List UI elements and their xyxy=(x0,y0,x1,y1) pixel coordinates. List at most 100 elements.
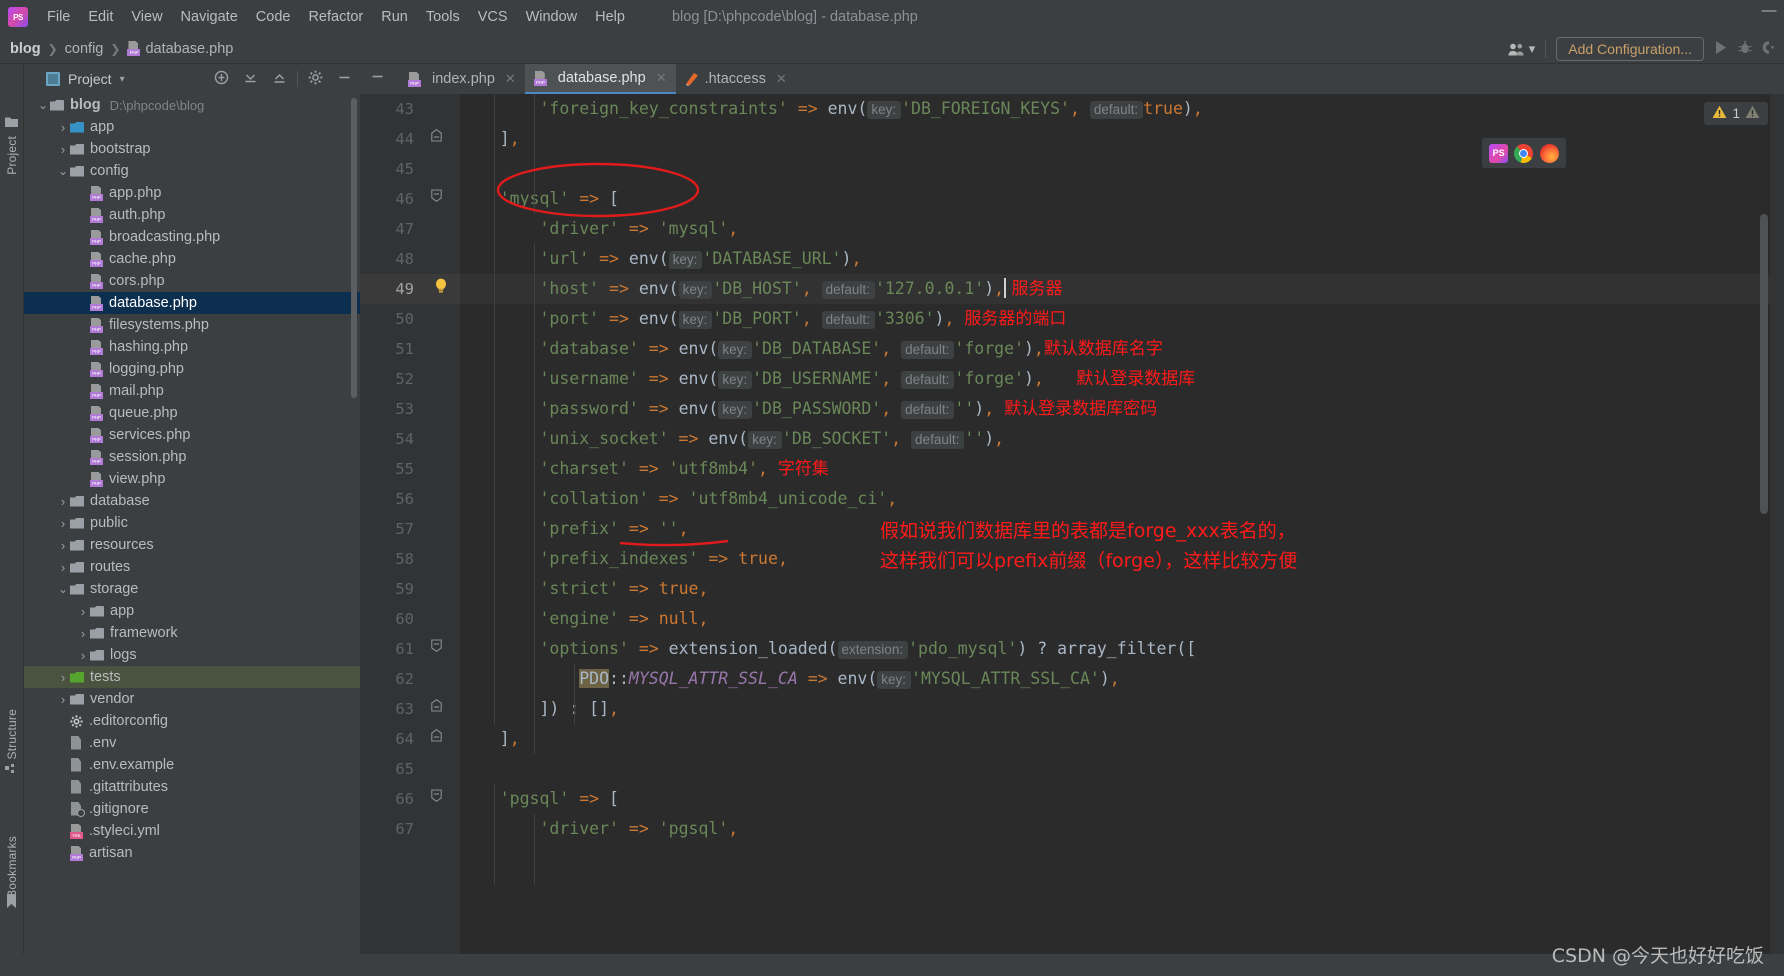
editor-vertical-scrollbar[interactable] xyxy=(1760,94,1768,976)
menu-item-file[interactable]: File xyxy=(38,6,79,28)
code-line[interactable]: 'url' => env(key: 'DATABASE_URL'), xyxy=(460,244,861,274)
menu-item-navigate[interactable]: Navigate xyxy=(172,6,247,28)
fold-collapse-icon[interactable] xyxy=(431,184,442,214)
tree-item-framework[interactable]: › framework xyxy=(24,622,360,644)
tree-item-storage[interactable]: ⌄ storage xyxy=(24,578,360,600)
chevron-right-icon[interactable]: › xyxy=(56,494,70,509)
fold-collapse-icon[interactable] xyxy=(431,784,442,814)
minimize-button[interactable]: — xyxy=(1760,2,1778,19)
tree-item-blog[interactable]: ⌄ blog D:\phpcode\blog xyxy=(24,94,360,116)
line-number-gutter[interactable]: 43 44 45 46 47 48 49 50 51 52 53 54 55 56 57 58 59 60 61 62… xyxy=(360,94,460,976)
tree-item-artisan[interactable]: PHP artisan xyxy=(24,842,360,864)
code-line[interactable]: 'charset' => 'utf8mb4', 字符集 xyxy=(460,454,828,484)
tree-item-bootstrap[interactable]: › bootstrap xyxy=(24,138,360,160)
menu-item-run[interactable]: Run xyxy=(372,6,417,28)
tree-item-auth-php[interactable]: PHP auth.php xyxy=(24,204,360,226)
tree-item-gitattributes[interactable]: .gitattributes xyxy=(24,776,360,798)
tree-item-env[interactable]: .env xyxy=(24,732,360,754)
tree-item-filesystems-php[interactable]: PHP filesystems.php xyxy=(24,314,360,336)
menu-item-window[interactable]: Window xyxy=(517,6,587,28)
close-icon[interactable]: ✕ xyxy=(656,70,667,86)
chevron-down-icon[interactable]: ⌄ xyxy=(36,99,50,111)
tree-item-styleci-yml[interactable]: YML .styleci.yml xyxy=(24,820,360,842)
sidebar-strip-bookmarks[interactable]: Bookmarks xyxy=(5,836,19,898)
code-line[interactable]: 'collation' => 'utf8mb4_unicode_ci', xyxy=(460,484,897,514)
tree-item-public[interactable]: › public xyxy=(24,512,360,534)
tree-item-config[interactable]: ⌄ config xyxy=(24,160,360,182)
debug-button[interactable] xyxy=(1738,40,1752,59)
hide-editor-icon[interactable] xyxy=(370,69,385,87)
chevron-right-icon[interactable]: › xyxy=(76,604,90,619)
sidebar-strip-structure[interactable]: Structure xyxy=(5,709,19,760)
tree-item-resources[interactable]: › resources xyxy=(24,534,360,556)
code-line[interactable]: 'driver' => 'mysql', xyxy=(460,214,738,244)
tree-item-tests[interactable]: › tests xyxy=(24,666,360,688)
intention-bulb-icon[interactable] xyxy=(434,274,448,304)
menu-item-help[interactable]: Help xyxy=(586,6,634,28)
coverage-button[interactable] xyxy=(1762,40,1776,59)
tree-item-database-php[interactable]: PHP database.php xyxy=(24,292,360,314)
firefox-icon[interactable] xyxy=(1539,143,1559,163)
menu-item-refactor[interactable]: Refactor xyxy=(299,6,372,28)
chevron-right-icon[interactable]: › xyxy=(56,692,70,707)
code-line[interactable]: ], xyxy=(460,124,520,154)
breadcrumb-file[interactable]: database.php xyxy=(127,41,233,57)
tree-item-session-php[interactable]: PHP session.php xyxy=(24,446,360,468)
project-tree-scrollbar[interactable] xyxy=(351,98,357,398)
sidebar-strip-project[interactable]: Project xyxy=(5,136,19,175)
chevron-right-icon[interactable]: › xyxy=(56,516,70,531)
user-group-icon[interactable]: ▾ xyxy=(1508,41,1535,57)
tree-item-vendor[interactable]: › vendor xyxy=(24,688,360,710)
code-line[interactable]: ], xyxy=(460,724,520,754)
menu-item-view[interactable]: View xyxy=(122,6,171,28)
browser-preview-toolbar[interactable]: PS xyxy=(1482,138,1566,168)
tree-item-app[interactable]: › app xyxy=(24,600,360,622)
code-line[interactable]: 'database' => env(key: 'DB_DATABASE', def… xyxy=(460,334,1163,364)
tree-item-services-php[interactable]: PHP services.php xyxy=(24,424,360,446)
code-line[interactable]: 'port' => env(key: 'DB_PORT', default: '33… xyxy=(460,304,1066,334)
chevron-right-icon[interactable]: › xyxy=(56,142,70,157)
code-line[interactable]: 'pgsql' => [ xyxy=(460,784,619,814)
code-line[interactable]: 'prefix_indexes' => true, xyxy=(460,544,787,574)
menu-item-vcs[interactable]: VCS xyxy=(469,6,517,28)
code-line[interactable]: 'host' => env(key: 'DB_HOST', default: '12… xyxy=(460,274,1063,304)
menu-item-tools[interactable]: Tools xyxy=(417,6,469,28)
chrome-icon[interactable] xyxy=(1514,143,1534,163)
scrollbar-thumb[interactable] xyxy=(1760,214,1768,514)
chevron-down-icon[interactable]: ⌄ xyxy=(56,583,70,595)
add-configuration-button[interactable]: Add Configuration... xyxy=(1556,37,1704,61)
editor-tab-index-php[interactable]: index.php ✕ xyxy=(399,64,525,94)
tree-item-mail-php[interactable]: PHP mail.php xyxy=(24,380,360,402)
fold-collapse-icon[interactable] xyxy=(431,634,442,664)
code-line[interactable]: ]) : [], xyxy=(460,694,618,724)
code-line[interactable]: 'strict' => true, xyxy=(460,574,708,604)
code-line[interactable]: 'foreign_key_constraints' => env(key: 'DB… xyxy=(460,94,1203,124)
fold-end-icon[interactable] xyxy=(431,694,442,724)
tree-item-gitignore[interactable]: .gitignore xyxy=(24,798,360,820)
project-tree[interactable]: ⌄ blog D:\phpcode\blog › app › bootstrap ⌄ confi… xyxy=(24,94,360,976)
inspection-status-badge[interactable]: 1 xyxy=(1704,102,1768,125)
locate-file-icon[interactable] xyxy=(214,70,229,88)
close-icon[interactable]: ✕ xyxy=(776,71,787,87)
tree-item-cache-php[interactable]: PHP cache.php xyxy=(24,248,360,270)
expand-all-icon[interactable] xyxy=(272,70,287,88)
code-line[interactable]: 'options' => extension_loaded(extension:… xyxy=(460,634,1196,664)
tree-item-cors-php[interactable]: PHP cors.php xyxy=(24,270,360,292)
tree-item-view-php[interactable]: PHP view.php xyxy=(24,468,360,490)
chevron-right-icon[interactable]: › xyxy=(76,648,90,663)
close-icon[interactable]: ✕ xyxy=(505,71,516,87)
editor-tab-htaccess[interactable]: .htaccess ✕ xyxy=(676,64,796,94)
code-line[interactable]: 'password' => env(key: 'DB_PASSWORD', def… xyxy=(460,394,1157,424)
menu-item-edit[interactable]: Edit xyxy=(79,6,122,28)
breadcrumb-project[interactable]: blog xyxy=(10,41,41,57)
chevron-right-icon[interactable]: › xyxy=(76,626,90,641)
breadcrumb-folder[interactable]: config xyxy=(65,41,104,57)
tree-item-logs[interactable]: › logs xyxy=(24,644,360,666)
tree-item-broadcasting-php[interactable]: PHP broadcasting.php xyxy=(24,226,360,248)
inspection-strip[interactable] xyxy=(1770,94,1784,976)
code-line[interactable]: 'driver' => 'pgsql', xyxy=(460,814,738,844)
chevron-right-icon[interactable]: › xyxy=(56,120,70,135)
chevron-right-icon[interactable]: › xyxy=(56,538,70,553)
phpstorm-icon[interactable]: PS xyxy=(1489,143,1509,163)
chevron-down-icon[interactable]: ⌄ xyxy=(56,165,70,177)
